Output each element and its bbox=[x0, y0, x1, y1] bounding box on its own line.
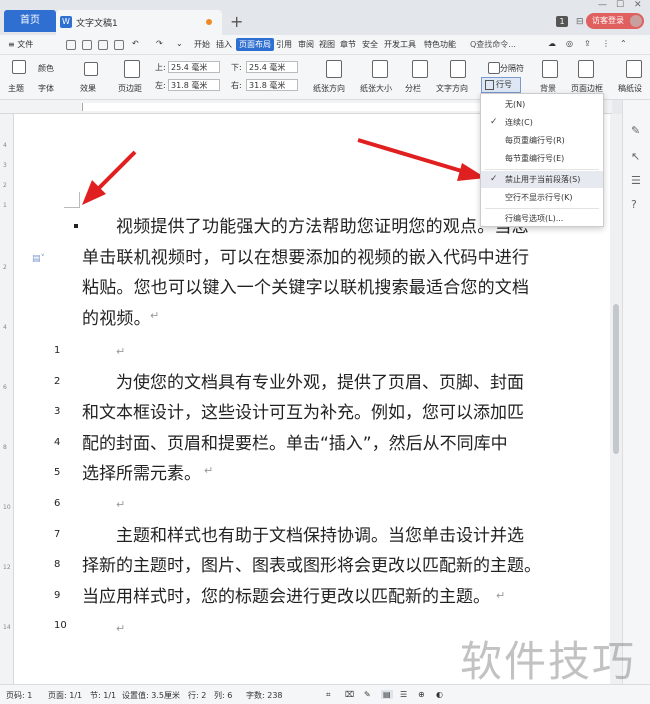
line-numbers-dropdown: 无(N) ✓ 连续(C) 每页重编行号(R) 每节重编行号(E) ✓ 禁止用于当前段… bbox=[480, 93, 604, 227]
vertical-scrollbar[interactable] bbox=[610, 114, 622, 684]
settings-sliders-icon[interactable]: ☰ bbox=[631, 174, 641, 187]
dd-continuous[interactable]: ✓ 连续(C) bbox=[481, 114, 603, 131]
status-word-count[interactable]: 字数: 238 bbox=[246, 690, 283, 701]
arrow-left bbox=[95, 150, 137, 192]
dd-restart-page[interactable]: 每页重编行号(R) bbox=[481, 132, 603, 149]
edit-icon[interactable]: ✎ bbox=[631, 124, 640, 137]
watermark-text: 软件技巧 bbox=[460, 637, 637, 686]
dd-suppress-paragraph[interactable]: ✓ 禁止用于当前段落(S) bbox=[481, 171, 603, 188]
pen-icon[interactable]: ✎ bbox=[364, 690, 371, 699]
dd-separator bbox=[485, 208, 599, 209]
dd-hide-blank-label: 空行不显示行号(K) bbox=[505, 193, 573, 202]
outline-view-icon[interactable]: ☰ bbox=[400, 690, 407, 699]
dd-continuous-label: 连续(C) bbox=[505, 118, 533, 127]
layout-icon[interactable]: ⌗ bbox=[326, 690, 331, 700]
dd-restart-page-label: 每页重编行号(R) bbox=[505, 136, 565, 145]
dd-suppress-paragraph-label: 禁止用于当前段落(S) bbox=[505, 175, 581, 184]
web-view-icon[interactable]: ⊕ bbox=[418, 690, 425, 699]
right-side-panel: ✎ ↖ ☰ ? bbox=[622, 100, 650, 684]
status-page-number[interactable]: 页码: 1 bbox=[6, 690, 32, 701]
arrow-right bbox=[357, 138, 466, 174]
dd-options[interactable]: 行编号选项(L)... bbox=[481, 210, 603, 227]
status-pages[interactable]: 页面: 1/1 bbox=[48, 690, 82, 701]
status-section[interactable]: 节: 1/1 bbox=[90, 690, 116, 701]
dd-options-label: 行编号选项(L)... bbox=[505, 214, 564, 223]
dd-separator bbox=[485, 169, 599, 170]
check-icon: ✓ bbox=[490, 174, 498, 184]
dd-restart-section[interactable]: 每节重编行号(E) bbox=[481, 150, 603, 167]
check-icon: ✓ bbox=[490, 117, 498, 127]
page-view-icon[interactable]: ▤ bbox=[381, 690, 393, 699]
dd-none-label: 无(N) bbox=[505, 100, 526, 109]
scrollbar-thumb[interactable] bbox=[613, 304, 619, 454]
help-icon[interactable]: ? bbox=[631, 198, 637, 211]
status-setting-value[interactable]: 设置值: 3.5厘米 bbox=[122, 690, 180, 701]
focus-icon[interactable]: ◐ bbox=[436, 690, 443, 699]
dd-restart-section-label: 每节重编行号(E) bbox=[505, 154, 565, 163]
status-column[interactable]: 列: 6 bbox=[214, 690, 232, 701]
read-mode-icon[interactable]: ⌧ bbox=[345, 690, 354, 699]
status-row[interactable]: 行: 2 bbox=[188, 690, 206, 701]
pointer-icon[interactable]: ↖ bbox=[631, 150, 640, 163]
dd-hide-blank[interactable]: 空行不显示行号(K) bbox=[481, 189, 603, 206]
dd-none[interactable]: 无(N) bbox=[481, 96, 603, 113]
